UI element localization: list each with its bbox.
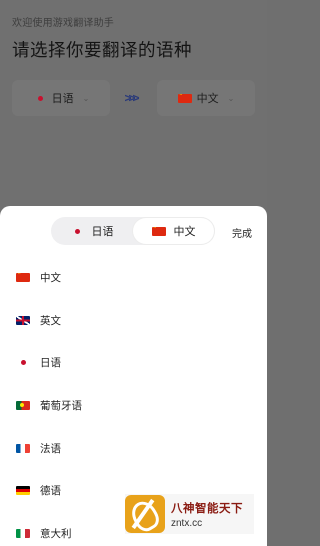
segment-source-language[interactable]: 日语 (51, 217, 132, 245)
watermark-title: 八神智能天下 (171, 502, 243, 515)
watermark-url: zntx.cc (171, 517, 203, 529)
japan-flag-icon (33, 94, 47, 103)
swap-arrows-icon[interactable]: >>> (110, 91, 151, 105)
watermark-text: 八神智能天下 zntx.cc (171, 500, 243, 529)
segment-label: 日语 (91, 226, 114, 238)
language-item-chinese[interactable]: 中文 (0, 256, 267, 299)
japan-flag-icon (16, 358, 30, 367)
language-item-english[interactable]: 英文 (0, 299, 267, 342)
page-title: 请选择你要翻译的语种 (12, 40, 192, 60)
china-flag-icon (16, 272, 30, 282)
portugal-flag-icon (16, 400, 30, 410)
broom-logo-icon (125, 495, 165, 533)
language-label: 英文 (40, 314, 61, 327)
welcome-text: 欢迎使用游戏翻译助手 (12, 18, 114, 29)
target-language-picker[interactable]: 中文 ⌄ (157, 80, 255, 116)
italy-flag-icon (16, 528, 30, 538)
language-item-japanese[interactable]: 日语 (0, 341, 267, 384)
language-label: 德语 (40, 485, 61, 498)
language-label: 葡萄牙语 (40, 399, 82, 412)
segment-label: 中文 (173, 226, 196, 238)
source-language-picker[interactable]: 日语 ⌄ (12, 80, 110, 116)
japan-flag-icon (70, 227, 84, 236)
language-picker-row: 日语 ⌄ >>> 中文 ⌄ (12, 80, 255, 116)
uk-flag-icon (16, 315, 30, 325)
done-button[interactable]: 完成 (232, 225, 252, 240)
background-screen: 欢迎使用游戏翻译助手 请选择你要翻译的语种 日语 ⌄ >>> 中文 ⌄ (0, 0, 267, 215)
sheet-header: 日语 中文 完成 (0, 206, 267, 256)
china-flag-icon (177, 93, 192, 103)
language-item-portuguese[interactable]: 葡萄牙语 (0, 384, 267, 427)
source-language-label: 日语 (51, 93, 74, 105)
language-segmented-control: 日语 中文 (51, 217, 215, 245)
segment-target-language[interactable]: 中文 (133, 218, 214, 244)
language-item-french[interactable]: 法语 (0, 427, 267, 470)
germany-flag-icon (16, 486, 30, 496)
watermark: 八神智能天下 zntx.cc (125, 494, 254, 534)
target-language-label: 中文 (196, 93, 219, 105)
language-label: 法语 (40, 442, 61, 455)
china-flag-icon (151, 226, 166, 236)
chevron-down-icon: ⌄ (82, 93, 90, 103)
chevron-down-icon: ⌄ (227, 93, 235, 103)
france-flag-icon (16, 443, 30, 453)
language-label: 中文 (40, 271, 61, 284)
language-label: 意大利 (40, 527, 72, 540)
language-label: 日语 (40, 357, 61, 370)
